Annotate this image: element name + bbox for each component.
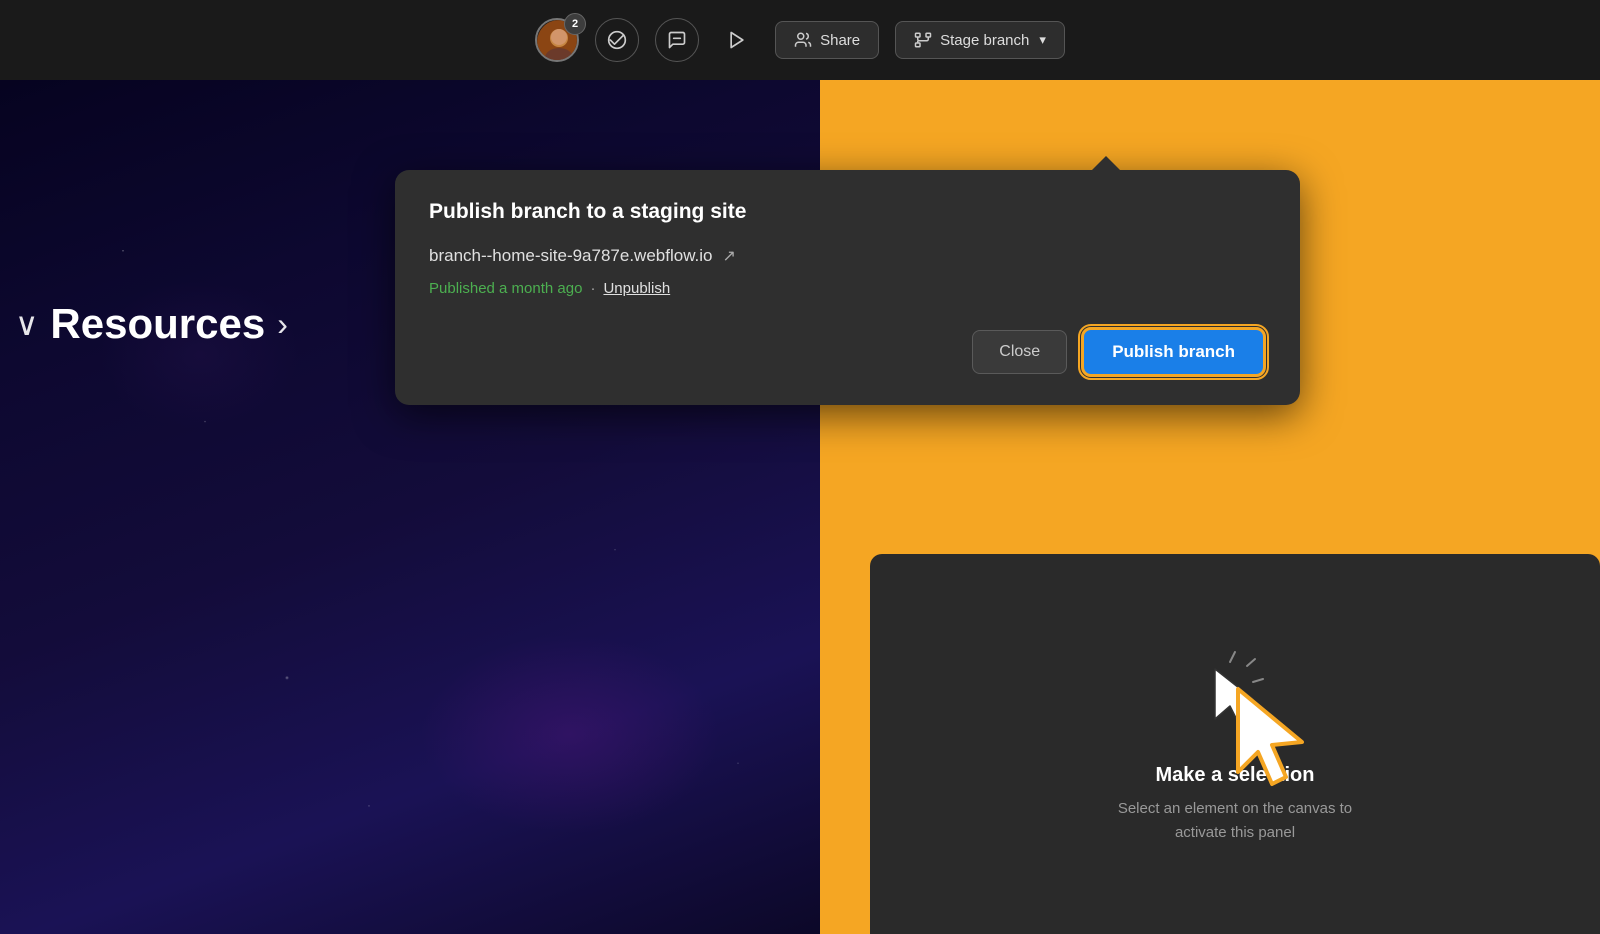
play-button[interactable] <box>715 18 759 62</box>
popup-url: branch--home-site-9a787e.webflow.io <box>429 246 713 266</box>
chevron-down-icon: ∨ <box>15 305 38 343</box>
navbar: 2 <box>0 0 1600 80</box>
resources-nav: ∨ Resources › <box>15 300 288 348</box>
cursor-overlay <box>1230 684 1315 794</box>
play-icon <box>727 30 747 50</box>
chevron-right-icon: › <box>277 306 288 343</box>
popup-title: Publish branch to a staging site <box>429 200 1266 224</box>
popup-status-row: Published a month ago · Unpublish <box>429 280 1266 297</box>
popup-url-row: branch--home-site-9a787e.webflow.io ↗ <box>429 246 1266 266</box>
share-button[interactable]: Share <box>775 21 879 59</box>
resources-label: Resources <box>50 300 265 348</box>
share-label: Share <box>820 32 860 49</box>
popup-actions: Close Publish branch <box>429 327 1266 377</box>
publish-popup: Publish branch to a staging site branch-… <box>395 170 1300 405</box>
published-text: Published a month ago <box>429 280 582 297</box>
avatar-badge: 2 <box>564 13 586 35</box>
orange-cursor-icon <box>1230 684 1315 789</box>
dot-separator: · <box>590 280 595 297</box>
stage-branch-button[interactable]: Stage branch ▾ <box>895 21 1065 59</box>
chevron-down-icon: ▾ <box>1039 32 1046 48</box>
branch-icon <box>914 31 932 49</box>
comment-icon <box>667 30 687 50</box>
comment-button[interactable] <box>655 18 699 62</box>
check-button[interactable] <box>595 18 639 62</box>
check-icon <box>607 30 627 50</box>
share-icon <box>794 31 812 49</box>
unpublish-link[interactable]: Unpublish <box>603 280 670 297</box>
popup-caret <box>1092 156 1120 170</box>
publish-branch-button[interactable]: Publish branch <box>1081 327 1266 377</box>
avatar-wrapper[interactable]: 2 <box>535 18 579 62</box>
close-button[interactable]: Close <box>972 330 1067 374</box>
make-selection-desc: Select an element on the canvas to activ… <box>1095 797 1375 845</box>
stage-branch-label: Stage branch <box>940 32 1029 49</box>
external-link-icon[interactable]: ↗ <box>723 246 736 266</box>
